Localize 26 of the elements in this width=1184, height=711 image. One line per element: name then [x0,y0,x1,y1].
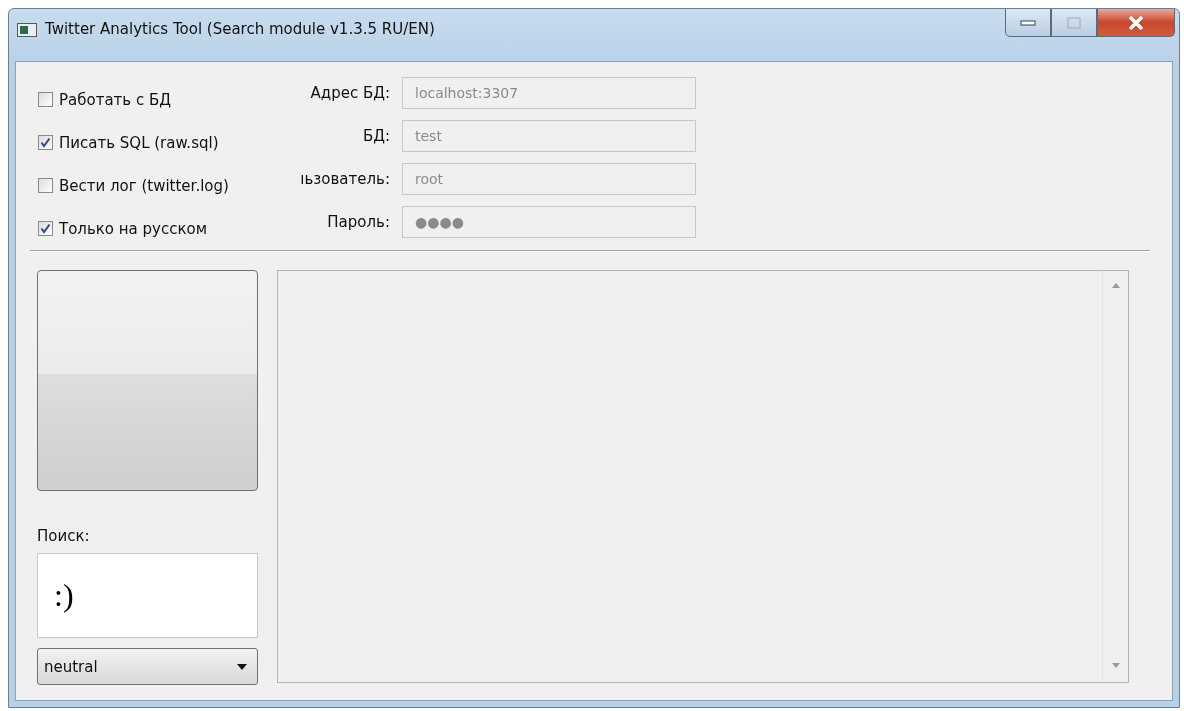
close-icon [1128,15,1144,30]
scroll-up-icon[interactable] [1111,283,1120,288]
minimize-button[interactable] [1005,9,1051,37]
field-label: Пароль: [326,213,390,231]
field-label: БД: [361,127,390,145]
maximize-button[interactable] [1051,9,1097,37]
checkbox[interactable] [38,178,53,193]
option-checkbox[interactable]: Вести лог (twitter.log) [38,164,278,207]
field-label: ıьзователь: [299,170,390,188]
search-label: Поиск: [37,527,91,545]
checkbox[interactable] [38,135,53,150]
option-checkbox[interactable]: Писать SQL (raw.sql) [38,121,278,164]
scroll-down-icon[interactable] [1111,663,1120,668]
window-title: Twitter Analytics Tool (Search module v1.3.5 RU/EN) [45,20,435,38]
app-icon [17,23,37,37]
checkbox[interactable] [38,92,53,107]
caret-icon [237,663,247,670]
close-button[interactable] [1097,9,1175,37]
mood-dropdown[interactable]: neutral [37,648,258,685]
option-checkbox[interactable]: Работать с БД [38,78,278,121]
maximize-icon [1067,16,1081,29]
field-label: Адрес БД: [309,84,390,102]
checkbox[interactable] [38,221,53,236]
minimize-icon [1020,19,1036,26]
search-field[interactable]: :) [37,553,258,638]
option-checkbox[interactable]: Только на русском [38,207,278,250]
